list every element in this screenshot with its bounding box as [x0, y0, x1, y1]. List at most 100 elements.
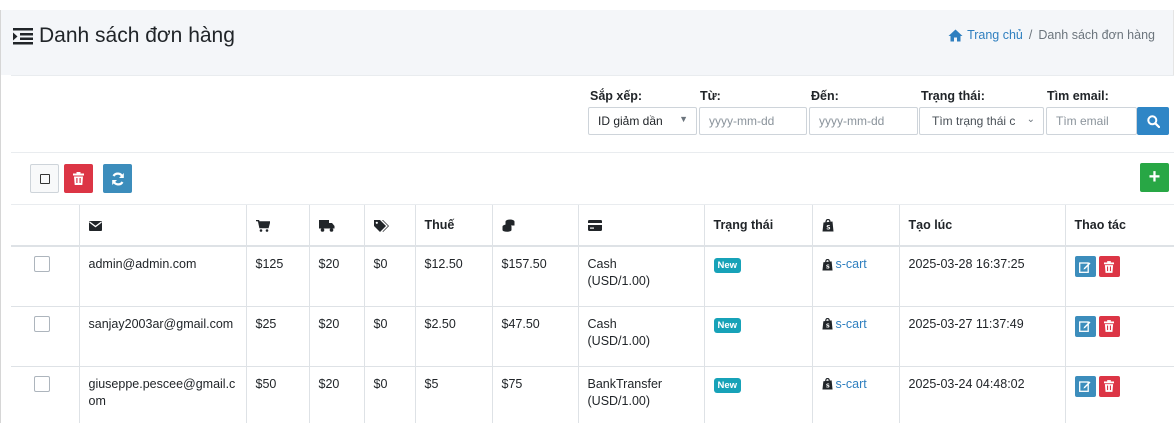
- edit-icon: [1079, 261, 1091, 273]
- cell-total: $75: [492, 366, 579, 423]
- header-subtotal[interactable]: [246, 205, 310, 247]
- store-link[interactable]: S s-cart: [821, 376, 867, 393]
- cell-status: New: [704, 246, 813, 307]
- from-label: Từ:: [700, 89, 721, 103]
- filter-bar: Sắp xếp: ID giảm dần ▼ Từ: yyyy-mm-dd Đế…: [11, 76, 1174, 153]
- cell-created: 2025-03-24 04:48:02: [899, 366, 1066, 423]
- trash-icon: [73, 172, 84, 185]
- header-created[interactable]: Tạo lúc: [899, 205, 1066, 247]
- add-order-button[interactable]: +: [1140, 163, 1169, 192]
- header-tax[interactable]: Thuế: [415, 205, 493, 247]
- row-checkbox[interactable]: [34, 315, 50, 332]
- row-select-cell: [11, 366, 80, 423]
- trash-icon: [1104, 320, 1114, 332]
- delete-button[interactable]: [1098, 256, 1120, 277]
- edit-button[interactable]: [1074, 375, 1096, 397]
- delete-button[interactable]: [1098, 375, 1120, 397]
- cell-actions: [1065, 366, 1174, 423]
- header-payment[interactable]: [578, 205, 705, 247]
- truck-icon: [318, 219, 334, 232]
- header-email[interactable]: [79, 205, 247, 247]
- store-name: s-cart: [835, 376, 867, 391]
- edit-button[interactable]: [1074, 315, 1096, 337]
- cell-store: S s-cart: [812, 246, 900, 307]
- store-link[interactable]: S s-cart: [821, 316, 867, 333]
- bulk-delete-button[interactable]: [64, 164, 93, 193]
- header-store[interactable]: S: [812, 205, 900, 247]
- cell-store: S s-cart: [812, 306, 900, 367]
- indent-list-icon: [13, 27, 33, 45]
- sort-label: Sắp xếp:: [590, 89, 643, 103]
- row-checkbox[interactable]: [34, 256, 50, 272]
- header-status[interactable]: Trạng thái: [704, 205, 813, 247]
- row-checkbox[interactable]: [34, 375, 50, 392]
- orders-table: Thuế Trạng thái S Tạo lúc Thao tác admin…: [11, 205, 1174, 423]
- cell-email: admin@admin.com: [79, 246, 247, 307]
- header-total[interactable]: [492, 205, 579, 247]
- square-icon: [39, 173, 50, 184]
- header-discount[interactable]: [364, 205, 416, 247]
- table-row: admin@admin.com $125 $20 $0 $12.50 $157.…: [11, 246, 1174, 307]
- sort-select[interactable]: ID giảm dần ▼: [588, 107, 697, 135]
- edit-icon: [1079, 381, 1091, 392]
- status-badge: New: [713, 258, 742, 273]
- refresh-icon: [111, 172, 124, 185]
- cell-discount: $0: [364, 306, 416, 367]
- search-button[interactable]: [1137, 107, 1169, 135]
- cell-created: 2025-03-27 11:37:49: [899, 306, 1066, 367]
- select-caret-icon: ▼: [679, 114, 688, 124]
- page-title: Danh sách đơn hàng: [13, 24, 235, 48]
- status-label: Trạng thái:: [921, 89, 985, 103]
- home-icon: [948, 29, 963, 41]
- cell-discount: $0: [364, 366, 416, 423]
- envelope-icon: [88, 220, 102, 231]
- to-label: Đến:: [811, 89, 839, 103]
- payment-currency: (USD/1.00): [587, 333, 651, 348]
- cell-email: giuseppe.pescee@gmail.c om: [79, 366, 247, 423]
- email-search-label: Tìm email:: [1047, 89, 1109, 103]
- breadcrumb-current: Danh sách đơn hàng: [1038, 28, 1155, 42]
- cell-actions: [1065, 306, 1174, 367]
- delete-button[interactable]: [1098, 315, 1120, 337]
- payment-currency: (USD/1.00): [587, 274, 651, 288]
- tags-icon: [373, 219, 389, 232]
- edit-button[interactable]: [1074, 256, 1096, 277]
- select-all-button[interactable]: [30, 164, 59, 193]
- cell-discount: $0: [364, 246, 416, 307]
- email-search-input[interactable]: Tìm email: [1046, 107, 1137, 135]
- cell-payment: Cash (USD/1.00): [578, 246, 705, 307]
- table-row: giuseppe.pescee@gmail.c om $50 $20 $0 $5…: [11, 366, 1174, 423]
- cell-shipping: $20: [309, 246, 365, 307]
- refresh-button[interactable]: [103, 164, 132, 193]
- cell-tax: $5: [415, 366, 493, 423]
- breadcrumb-home-label: Trang chủ: [967, 28, 1023, 42]
- cell-actions: [1065, 246, 1174, 307]
- status-select[interactable]: Tìm trạng thái c ⌄: [919, 107, 1044, 135]
- table-header-row: Thuế Trạng thái S Tạo lúc Thao tác: [11, 205, 1174, 247]
- svg-text:S: S: [825, 264, 829, 270]
- cell-subtotal: $25: [246, 306, 310, 367]
- svg-text:S: S: [826, 225, 830, 232]
- to-date-input[interactable]: yyyy-mm-dd: [809, 107, 918, 135]
- from-date-input[interactable]: yyyy-mm-dd: [699, 107, 807, 135]
- page-title-text: Danh sách đơn hàng: [39, 24, 235, 47]
- content-header: Danh sách đơn hàng Trang chủ / Danh sách…: [1, 10, 1173, 75]
- cell-tax: $12.50: [415, 246, 493, 307]
- store-name: s-cart: [835, 257, 867, 271]
- store-link[interactable]: S s-cart: [821, 256, 867, 273]
- breadcrumb-separator: /: [1028, 28, 1033, 42]
- breadcrumb-home-link[interactable]: Trang chủ: [948, 28, 1023, 42]
- cell-payment: BankTransfer (USD/1.00): [578, 366, 705, 423]
- shopify-icon: S: [821, 258, 833, 270]
- bulk-toolbar: +: [11, 153, 1174, 205]
- header-shipping[interactable]: [309, 205, 365, 247]
- cell-store: S s-cart: [812, 366, 900, 423]
- row-select-cell: [11, 246, 80, 307]
- header-actions: Thao tác: [1065, 205, 1174, 247]
- credit-card-icon: [587, 220, 602, 232]
- cell-total: $47.50: [492, 306, 579, 367]
- search-icon: [1146, 114, 1160, 128]
- trash-icon: [1104, 380, 1114, 392]
- svg-text:S: S: [825, 384, 829, 390]
- breadcrumb: Trang chủ / Danh sách đơn hàng: [948, 28, 1155, 42]
